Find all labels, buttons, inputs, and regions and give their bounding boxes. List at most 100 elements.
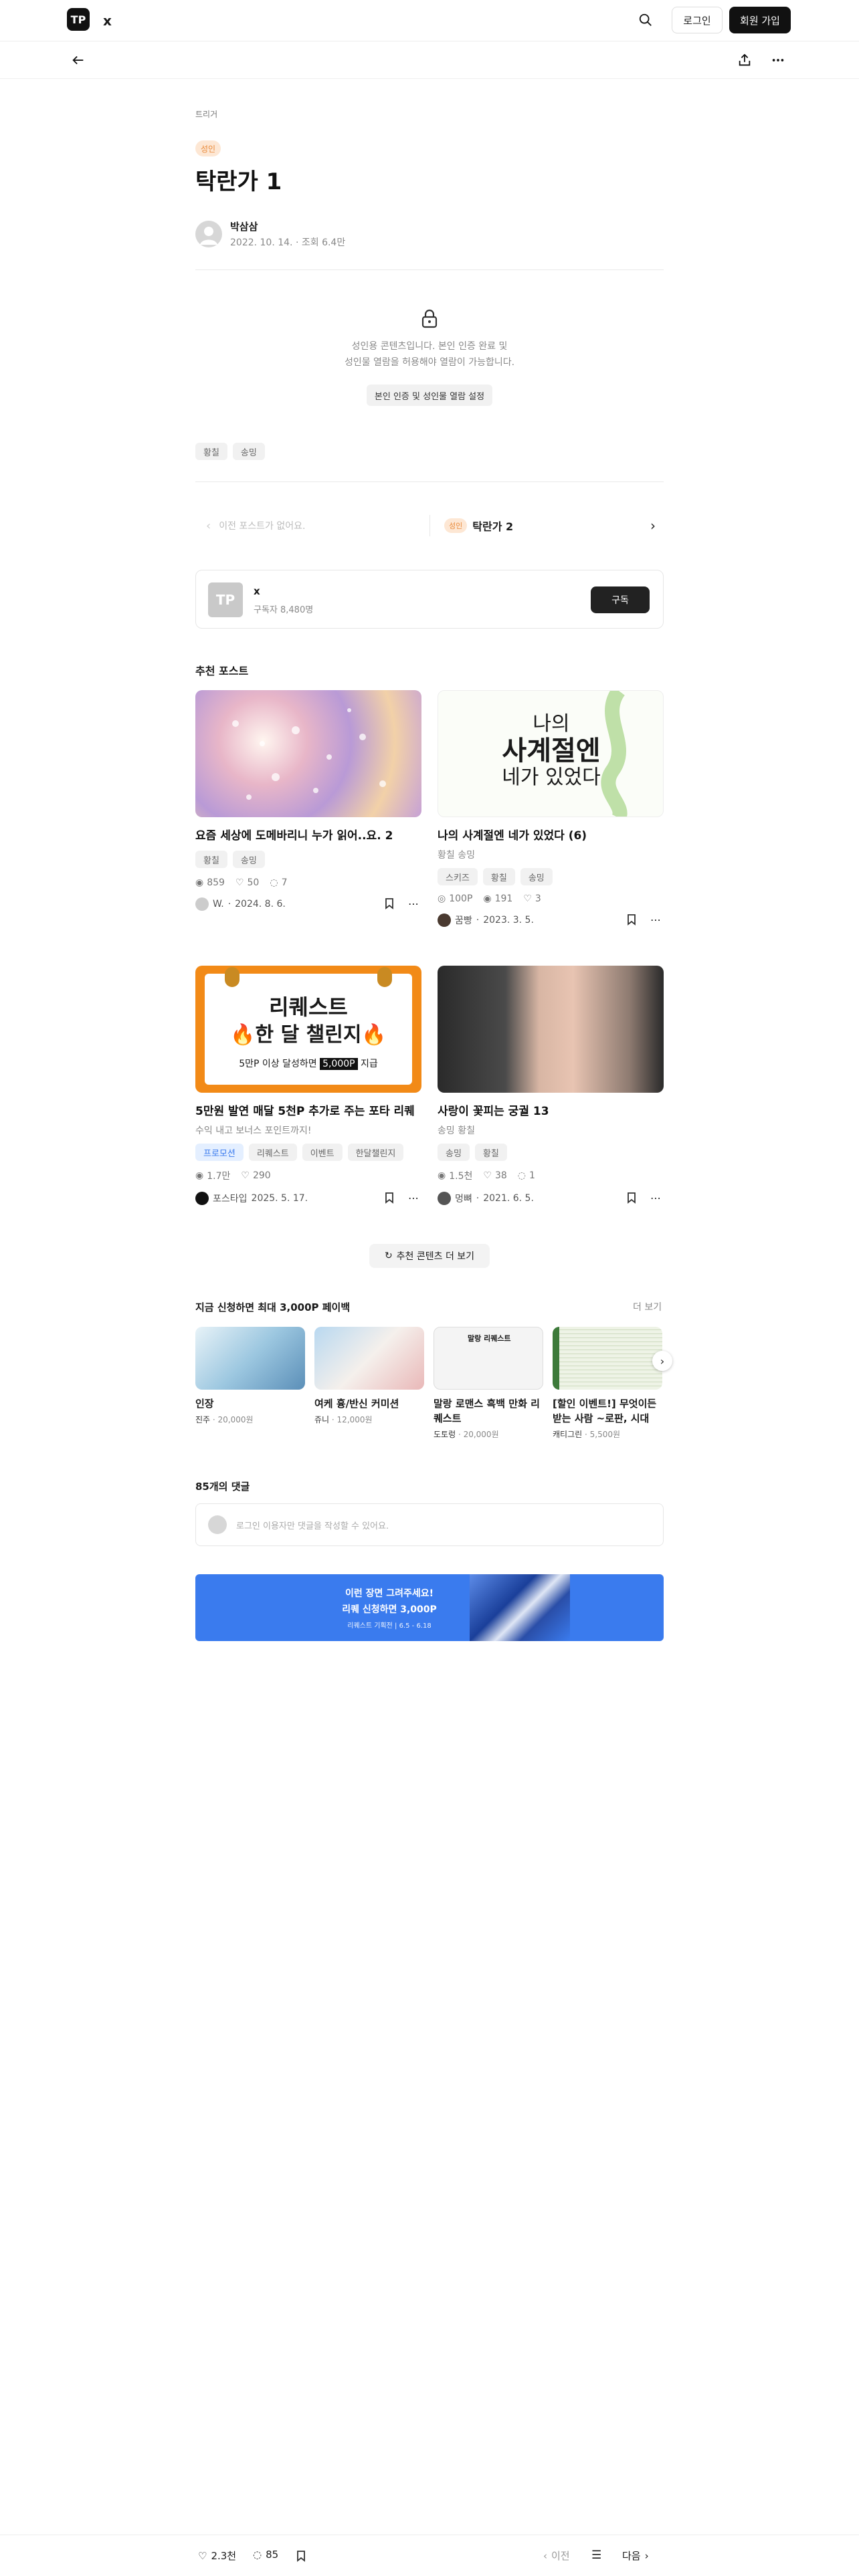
next-post-button[interactable]: 다음 › [622, 2549, 649, 2563]
list-icon[interactable]: ☰ [591, 2549, 601, 2562]
tag-chip[interactable]: 송밍 [232, 851, 265, 868]
heart-icon: ♡ [241, 1170, 250, 1181]
eye-icon: ◉ [195, 877, 204, 888]
lock-icon [419, 308, 440, 329]
tag-chip[interactable]: 황칠 [482, 868, 515, 885]
payback-item[interactable]: 인장 진주 · 20,000원 [195, 1327, 305, 1425]
back-arrow-icon[interactable] [70, 51, 87, 69]
post-navigation: ‹ 이전 포스트가 없어요. 성인 탁란가 2 › [195, 507, 664, 544]
post-tags: 황칠 송밍 [195, 443, 270, 460]
banner-line: 리퀘 신청하면 3,000P [342, 1604, 437, 1615]
tag-chip[interactable]: 이벤트 [302, 1144, 343, 1161]
more-options-icon[interactable]: ⋯ [408, 1192, 419, 1204]
like-count: 38 [494, 1170, 507, 1181]
prev-post-button[interactable]: ‹ 이전 [543, 2549, 570, 2563]
thumbnail-line: 나의 [533, 712, 570, 736]
avatar [208, 1515, 227, 1534]
tag-chip[interactable]: 리퀘스트 [248, 1144, 297, 1161]
more-recommended-label: 추천 콘텐츠 더 보기 [396, 1251, 475, 1262]
bookmark-icon[interactable] [384, 897, 395, 912]
subscribe-button[interactable]: 구독 [591, 586, 650, 613]
tag-chip[interactable]: 스키즈 [438, 868, 478, 885]
tag-chip[interactable]: 송밍 [232, 443, 265, 460]
tag-chip[interactable]: 황칠 [195, 851, 227, 868]
thumbnail-line: 5만P 이상 달성하면 5,000P 지급 [195, 1057, 421, 1070]
card-title[interactable]: 나의 사계절엔 네가 있었다 (6) [438, 828, 664, 844]
channel-card[interactable]: TP x 구독자 8,480명 구독 [195, 570, 664, 629]
bottom-action-bar: ♡ 2.3천 ◌ 85 ‹ 이전 ☰ 다음 › [0, 2535, 859, 2576]
banner-artwork [470, 1574, 570, 1641]
author-name[interactable]: 박삼삼 [230, 219, 258, 233]
card-subtitle: 수익 내고 보너스 포인트까지! [195, 1125, 312, 1136]
next-post-title: 탁란가 2 [472, 520, 514, 533]
more-options-icon[interactable]: ⋯ [650, 914, 661, 926]
binder-ring-icon [377, 967, 392, 987]
recommended-card[interactable]: 리퀘스트 🔥한 달 챌린지🔥 5만P 이상 달성하면 5,000P 지급 5만원… [195, 966, 421, 1206]
card-thumbnail [438, 966, 664, 1093]
carousel-next-button[interactable]: › [652, 1351, 672, 1371]
payback-item[interactable]: 여케 흉/반신 커미션 쥬니 · 12,000원 [314, 1327, 424, 1425]
bookmark-icon[interactable] [296, 2550, 306, 2565]
next-post-link[interactable]: 성인 탁란가 2 › [444, 507, 664, 544]
promo-banner[interactable]: 이런 장면 그려주세요! 리퀘 신청하면 3,000P 리퀘스트 기획전 | 6… [195, 1574, 664, 1641]
card-footer: W. · 2024. 8. 6. ⋯ [195, 897, 421, 912]
share-icon[interactable] [736, 51, 753, 69]
site-logo[interactable]: TP [67, 8, 90, 31]
post-date: 2023. 3. 5. [483, 915, 534, 926]
bookmark-icon[interactable] [626, 1192, 637, 1206]
author-name: 멍뼈 [455, 1194, 472, 1204]
prev-post-link[interactable]: ‹ 이전 포스트가 없어요. [195, 507, 423, 544]
payback-item[interactable]: [할인 이벤트!] 무엇이든 받는 사람 ~로판, 시대물… 캐티그린 · 5,… [553, 1327, 662, 1440]
more-options-icon[interactable]: ⋯ [408, 897, 419, 910]
recommended-card[interactable]: 사랑이 꽃피는 궁궐 13 송밍 황칠 송밍 황칠 ◉ 1.5천 ♡ 38 ◌ 1 멍… [438, 966, 664, 1206]
join-button[interactable]: 회원 가입 [729, 7, 791, 33]
verify-adult-button[interactable]: 본인 인증 및 성인물 열람 설정 [367, 385, 492, 406]
like-button[interactable]: ♡ 2.3천 [198, 2549, 236, 2563]
heart-icon: ♡ [523, 893, 532, 904]
post-meta: 2022. 10. 14. · 조회 6.4만 [230, 237, 346, 248]
tag-chip[interactable]: 황칠 [474, 1144, 507, 1161]
payback-thumbnail [553, 1327, 662, 1390]
payback-item[interactable]: 말랑 리퀘스트 말랑 로맨스 흑백 만화 리퀘스트 도토렁 · 20,000원 [434, 1327, 543, 1440]
banner-line: 이런 장면 그려주세요! [345, 1588, 434, 1599]
channel-avatar: TP [208, 582, 243, 617]
login-button[interactable]: 로그인 [672, 7, 723, 33]
site-name[interactable]: x [103, 13, 112, 29]
author-avatar[interactable] [195, 221, 222, 247]
more-options-icon[interactable] [769, 51, 787, 69]
bookmark-icon[interactable] [626, 914, 637, 928]
banner-line: 리퀘스트 기획전 | 6.5 - 6.18 [347, 1622, 432, 1630]
comment-count: 85 [266, 2549, 279, 2561]
tag-chip[interactable]: 송밍 [520, 868, 553, 885]
tag-chip[interactable]: 프로모션 [195, 1144, 244, 1161]
adult-badge: 성인 [195, 140, 221, 156]
author-name: 포스타입 [213, 1194, 248, 1204]
breadcrumb[interactable]: 트리거 [195, 108, 217, 120]
thumbnail-text: 지급 [361, 1059, 378, 1069]
recommended-card[interactable]: 나의 사계절엔 네가 있었다 나의 사계절엔 네가 있었다 (6) 황칠 송밍 … [438, 690, 664, 928]
comment-input[interactable]: 로그인 이용자만 댓글을 작성할 수 있어요. [195, 1503, 664, 1546]
tag-chip[interactable]: 한달챌린지 [347, 1144, 404, 1161]
eye-icon: ◉ [438, 1170, 446, 1181]
card-title[interactable]: 사랑이 꽃피는 궁궐 13 [438, 1103, 664, 1119]
more-options-icon[interactable]: ⋯ [650, 1192, 661, 1204]
more-recommended-button[interactable]: ↻ 추천 콘텐츠 더 보기 [369, 1244, 490, 1268]
thumbnail-line: 사계절엔 [502, 735, 601, 766]
post-date: 2021. 6. 5. [483, 1193, 534, 1204]
comment-icon: ◌ [270, 877, 278, 888]
comment-button[interactable]: ◌ 85 [253, 2549, 278, 2561]
price-points: 100P [449, 893, 473, 904]
search-icon[interactable] [637, 11, 654, 29]
payback-thumbnail [195, 1327, 305, 1390]
comment-icon: ◌ [517, 1170, 526, 1181]
bookmark-icon[interactable] [384, 1192, 395, 1206]
eye-icon: ◉ [195, 1170, 204, 1181]
tag-chip[interactable]: 송밍 [438, 1144, 470, 1161]
tag-chip[interactable]: 황칠 [195, 443, 227, 460]
card-title[interactable]: 5만원 발연 매달 5천P 추가로 주는 포타 리퀘 [195, 1103, 421, 1119]
heart-icon: ♡ [483, 1170, 492, 1181]
recommended-card[interactable]: 요즘 세상에 도메바리니 누가 읽어..요. 2 황칠 송밍 ◉ 859 ♡ 50 … [195, 690, 421, 912]
card-title[interactable]: 요즘 세상에 도메바리니 누가 읽어..요. 2 [195, 828, 421, 844]
lock-message: 성인용 콘텐츠입니다. 본인 인증 완료 및 성인물 열람을 허용해야 열람이 … [195, 338, 664, 370]
payback-more-link[interactable]: 더 보기 [633, 1300, 662, 1313]
